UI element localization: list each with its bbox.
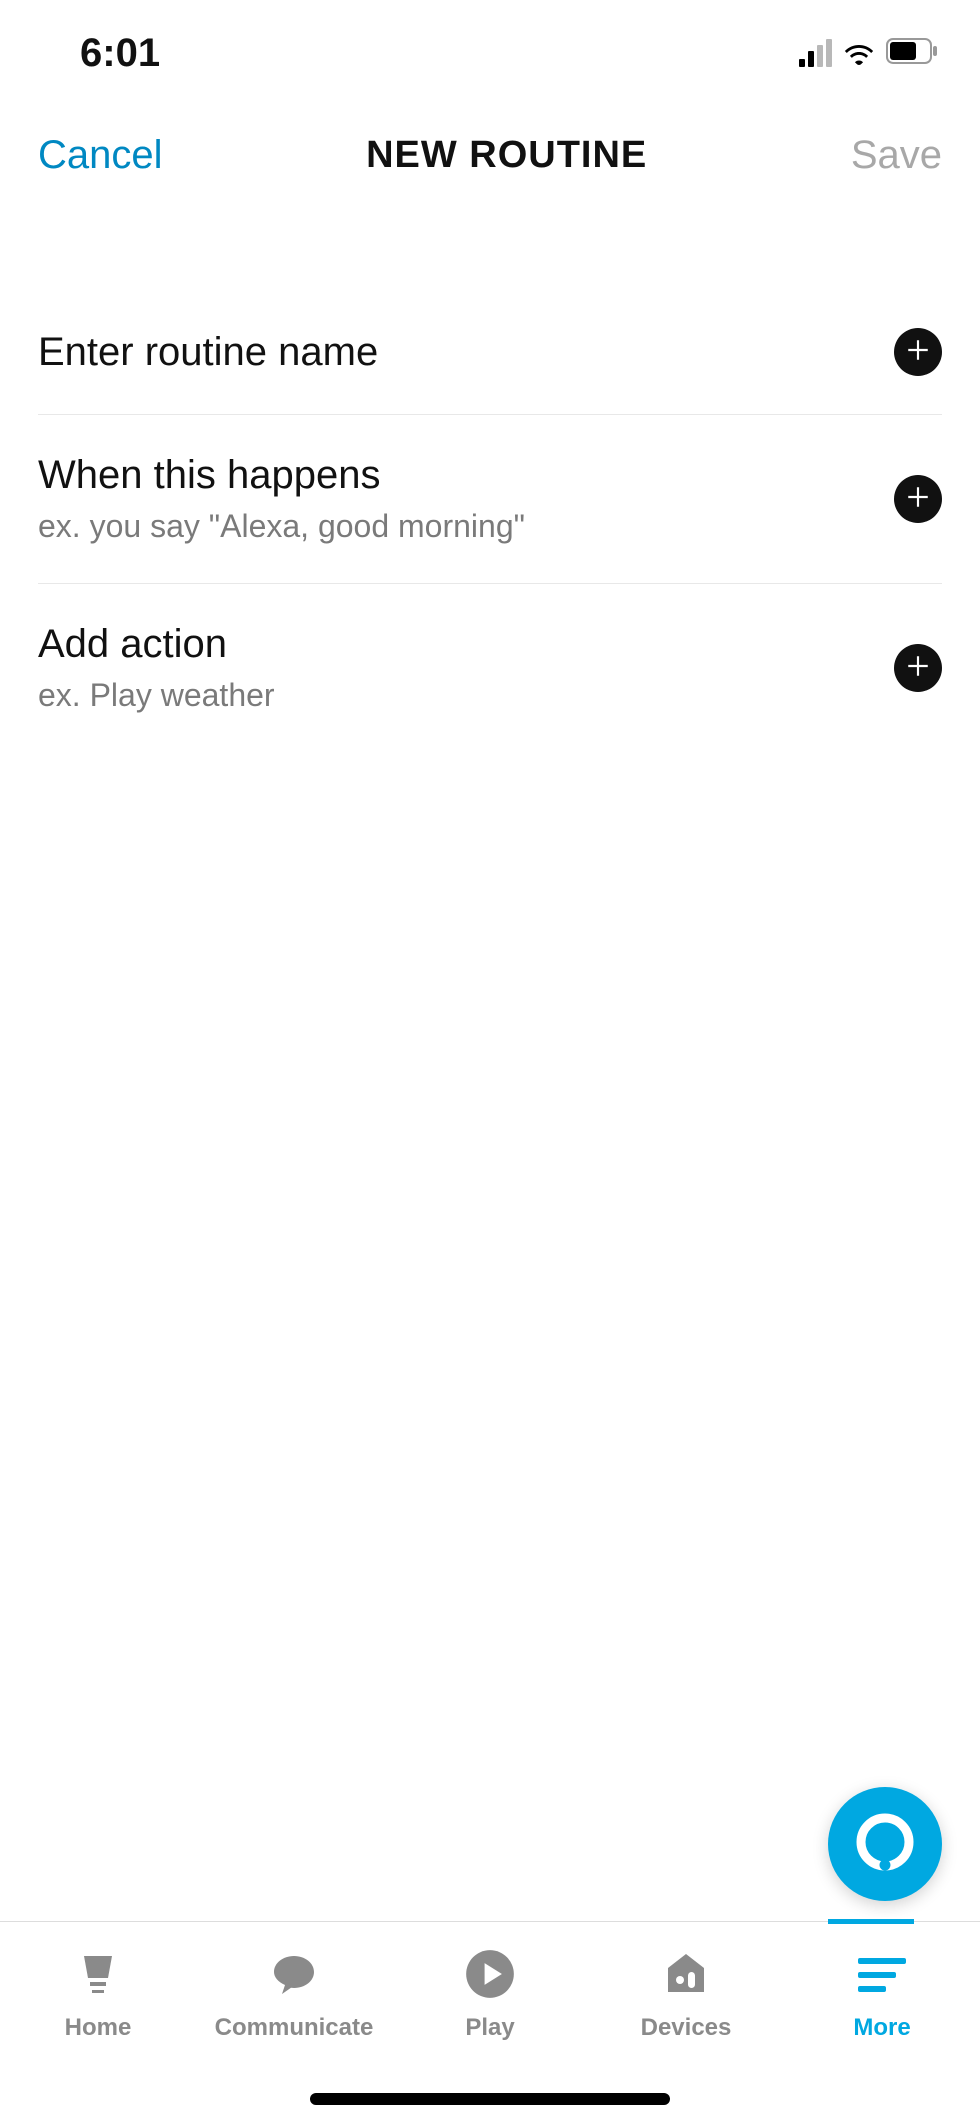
when-this-happens-row[interactable]: When this happens ex. you say "Alexa, go… bbox=[38, 415, 942, 584]
tab-home[interactable]: Home bbox=[8, 1946, 188, 2121]
enter-routine-name-row[interactable]: Enter routine name bbox=[38, 290, 942, 415]
alexa-icon bbox=[855, 1812, 915, 1877]
tab-devices-label: Devices bbox=[641, 2014, 732, 2042]
tab-communicate-label: Communicate bbox=[215, 2014, 374, 2042]
tab-more-label: More bbox=[853, 2014, 910, 2042]
action-label: Add action bbox=[38, 622, 275, 667]
battery-icon bbox=[886, 38, 940, 69]
status-icons bbox=[799, 37, 940, 70]
alexa-voice-button[interactable] bbox=[828, 1787, 942, 1901]
plus-icon bbox=[905, 484, 931, 515]
add-routine-name-button[interactable] bbox=[894, 328, 942, 376]
header: Cancel NEW ROUTINE Save bbox=[0, 80, 980, 190]
plus-icon bbox=[905, 337, 931, 368]
more-icon bbox=[854, 1946, 910, 2002]
routine-name-label: Enter routine name bbox=[38, 330, 378, 375]
tab-home-label: Home bbox=[65, 2014, 132, 2042]
play-icon bbox=[462, 1946, 518, 2002]
home-icon bbox=[70, 1946, 126, 2002]
tab-more[interactable]: More bbox=[792, 1946, 972, 2121]
communicate-icon bbox=[266, 1946, 322, 2002]
action-example: ex. Play weather bbox=[38, 677, 275, 714]
cellular-icon bbox=[799, 39, 832, 67]
status-bar: 6:01 bbox=[0, 0, 980, 80]
trigger-example: ex. you say "Alexa, good morning" bbox=[38, 508, 525, 545]
cancel-button[interactable]: Cancel bbox=[38, 133, 163, 178]
page-title: NEW ROUTINE bbox=[366, 134, 647, 177]
add-trigger-button[interactable] bbox=[894, 475, 942, 523]
tab-play-label: Play bbox=[465, 2014, 514, 2042]
add-action-button[interactable] bbox=[894, 644, 942, 692]
home-indicator[interactable] bbox=[310, 2093, 670, 2105]
save-button[interactable]: Save bbox=[851, 133, 942, 178]
plus-icon bbox=[905, 653, 931, 684]
status-time: 6:01 bbox=[80, 31, 160, 76]
content: Enter routine name When this happens ex.… bbox=[0, 190, 980, 752]
trigger-label: When this happens bbox=[38, 453, 525, 498]
wifi-icon bbox=[842, 37, 876, 70]
devices-icon bbox=[658, 1946, 714, 2002]
add-action-row[interactable]: Add action ex. Play weather bbox=[38, 584, 942, 752]
active-tab-indicator bbox=[828, 1919, 914, 1924]
tab-bar: Home Communicate Play Devices More bbox=[0, 1921, 980, 2121]
